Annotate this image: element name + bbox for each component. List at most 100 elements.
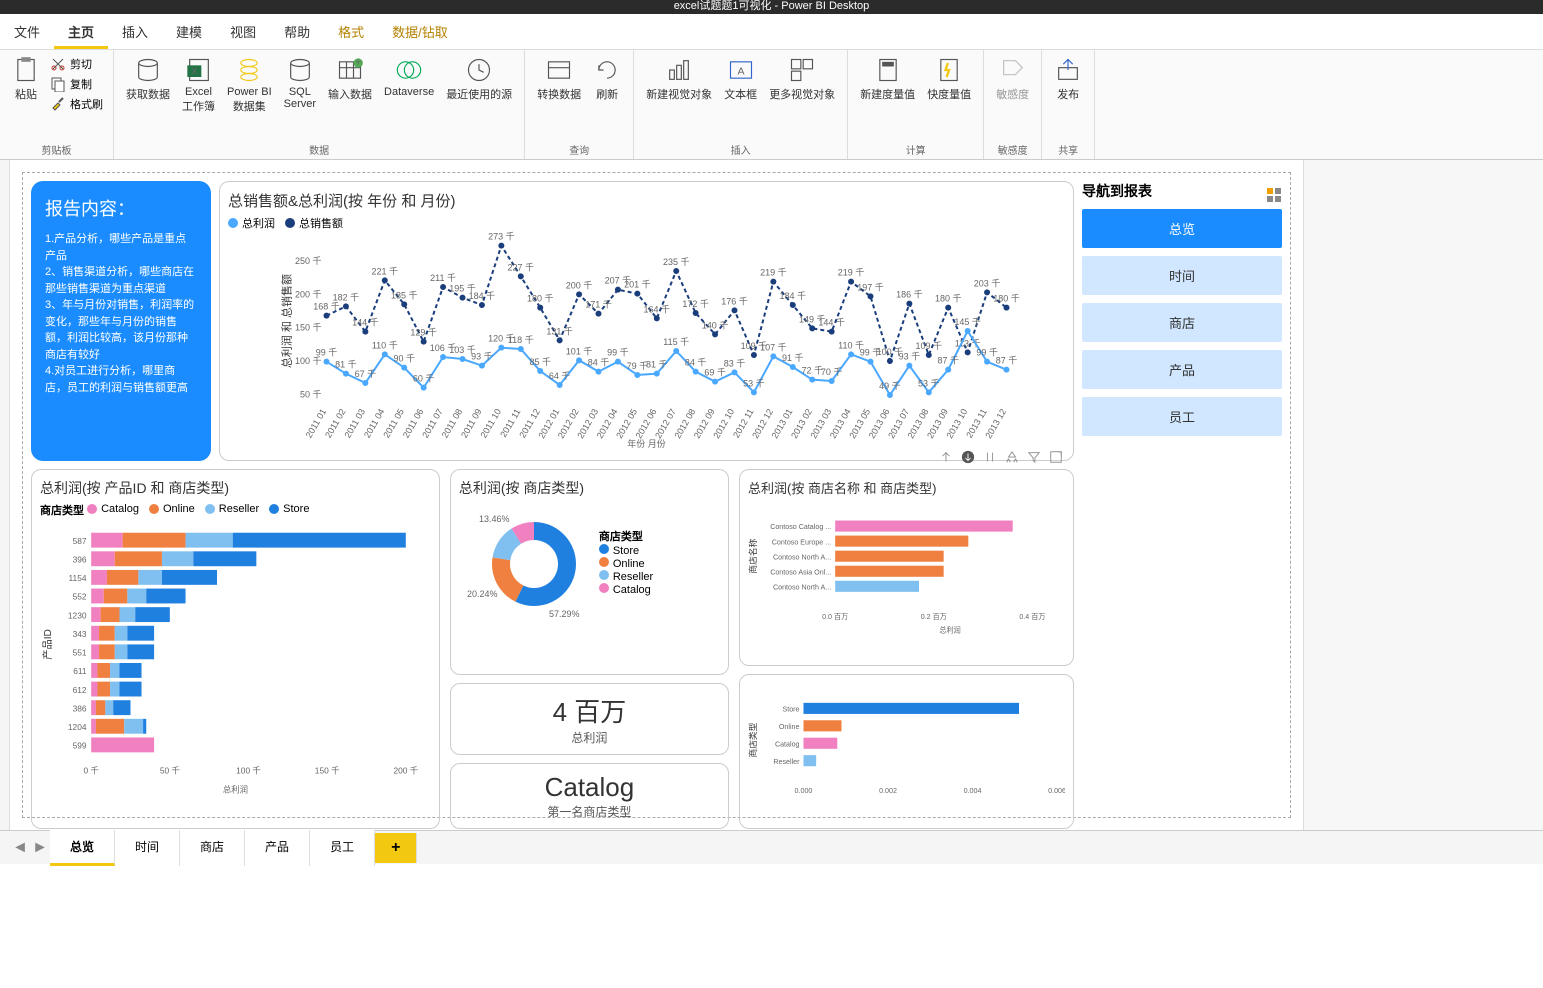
right-panes-collapsed[interactable] (1303, 160, 1543, 830)
line-chart-visual[interactable]: 总销售额&总利润(按 年份 和 月份) 总利润总销售额 50 千100 千150… (219, 181, 1074, 461)
svg-text:0.004: 0.004 (964, 787, 982, 795)
sql-server-button[interactable]: SQL Server (278, 54, 322, 112)
cut-button[interactable]: 剪切 (46, 54, 107, 74)
add-page-button[interactable]: + (375, 833, 417, 863)
dataverse-button[interactable]: Dataverse (378, 54, 440, 100)
svg-text:Contoso Catalog ...: Contoso Catalog ... (770, 523, 831, 531)
enter-data-button[interactable]: +输入数据 (322, 54, 378, 104)
svg-text:203 千: 203 千 (974, 278, 1001, 288)
menu-tab-7[interactable]: 数据/钻取 (378, 14, 462, 49)
svg-text:144 千: 144 千 (352, 318, 379, 328)
menu-tab-0[interactable]: 文件 (0, 14, 54, 49)
hierarchy-icon[interactable] (1005, 450, 1019, 464)
svg-text:0.000: 0.000 (795, 787, 813, 795)
svg-text:219 千: 219 千 (760, 268, 787, 278)
page-tab-3[interactable]: 产品 (245, 830, 310, 866)
page-prev-button[interactable]: ◄ (10, 839, 30, 857)
svg-text:0.2 百万: 0.2 百万 (921, 613, 947, 621)
svg-text:118 千: 118 千 (508, 335, 534, 345)
drill-down-icon[interactable] (961, 450, 975, 464)
new-visual-button[interactable]: 新建视觉对象 (640, 54, 718, 104)
svg-text:87 千: 87 千 (937, 356, 959, 366)
menu-tab-6[interactable]: 格式 (324, 14, 378, 49)
svg-text:552: 552 (73, 592, 87, 602)
sensitivity-button[interactable]: 敏感度 (990, 54, 1035, 104)
donut-chart-visual[interactable]: 总利润(按 商店类型) 13.46%20.24%57.29% 商店类型 Stor… (450, 469, 729, 675)
svg-text:Store: Store (782, 705, 799, 713)
line-chart-legend: 总利润总销售额 (228, 215, 1065, 231)
menu-tab-3[interactable]: 建模 (162, 14, 216, 49)
nav-button-2[interactable]: 商店 (1082, 303, 1282, 342)
info-card[interactable]: 报告内容： 1.产品分析，哪些产品是重点产品 2、销售渠道分析，哪些商店在那些销… (31, 181, 211, 461)
menu-tab-4[interactable]: 视图 (216, 14, 270, 49)
store-type-bar-visual[interactable]: StoreOnlineCatalogReseller商店类型0.0000.002… (739, 674, 1074, 829)
ribbon: 粘贴 剪切 复制 格式刷 剪贴板 获取数据 XExcel 工作簿 Power B… (0, 50, 1543, 160)
drill-up-icon[interactable] (939, 450, 953, 464)
calculator-icon (874, 56, 902, 84)
svg-text:商店名称: 商店名称 (748, 538, 758, 573)
clipboard-group-label: 剪贴板 (6, 142, 107, 157)
svg-text:227 千: 227 千 (508, 262, 535, 272)
publish-icon (1054, 56, 1082, 84)
refresh-button[interactable]: 刷新 (587, 54, 627, 104)
recent-sources-button[interactable]: 最近使用的源 (440, 54, 518, 104)
svg-text:60 千: 60 千 (413, 374, 435, 384)
svg-text:83 千: 83 千 (724, 358, 746, 368)
insert-group-label: 插入 (640, 142, 841, 157)
bar-chart-visual[interactable]: 总利润(按 产品ID 和 商店类型) 商店类型 CatalogOnlineRes… (31, 469, 440, 829)
excel-button[interactable]: XExcel 工作簿 (176, 54, 221, 116)
nav-button-1[interactable]: 时间 (1082, 256, 1282, 295)
svg-text:Contoso North A...: Contoso North A... (773, 583, 831, 591)
quick-measure-button[interactable]: 快度量值 (921, 54, 977, 104)
get-data-button[interactable]: 获取数据 (120, 54, 176, 104)
nav-title: 导航到报表 (1082, 181, 1152, 201)
line-chart-title: 总销售额&总利润(按 年份 和 月份) (228, 190, 1065, 211)
brush-icon (50, 96, 66, 112)
powerbi-icon (235, 56, 263, 84)
svg-text:131 千: 131 千 (546, 326, 573, 336)
report-canvas[interactable]: 报告内容： 1.产品分析，哪些产品是重点产品 2、销售渠道分析，哪些商店在那些销… (10, 160, 1303, 830)
menu-tab-2[interactable]: 插入 (108, 14, 162, 49)
bar-legend-title: 商店类型 (40, 505, 84, 517)
publish-button[interactable]: 发布 (1048, 54, 1088, 104)
svg-text:184 千: 184 千 (469, 291, 496, 301)
menu-tab-5[interactable]: 帮助 (270, 14, 324, 49)
transform-data-button[interactable]: 转换数据 (531, 54, 587, 104)
filter-icon[interactable] (1027, 450, 1041, 464)
nav-button-4[interactable]: 员工 (1082, 397, 1282, 436)
refresh-label: 刷新 (596, 86, 618, 102)
paste-button[interactable]: 粘贴 (6, 54, 46, 104)
svg-text:Contoso Asia Onl...: Contoso Asia Onl... (770, 568, 831, 576)
svg-text:1154: 1154 (69, 573, 87, 583)
svg-text:A: A (737, 66, 744, 78)
expand-icon[interactable] (983, 450, 997, 464)
page-tab-4[interactable]: 员工 (310, 830, 375, 866)
store-name-bar-visual[interactable]: 总利润(按 商店名称 和 商店类型) Contoso Catalog ...Co… (739, 469, 1074, 666)
kpi-top-store[interactable]: Catalog 第一名商店类型 (450, 763, 729, 829)
svg-text:64 千: 64 千 (549, 371, 571, 381)
sensitivity-group-label: 敏感度 (990, 142, 1035, 157)
left-rail[interactable] (0, 160, 10, 830)
svg-text:110 千: 110 千 (372, 340, 398, 350)
nav-button-0[interactable]: 总览 (1082, 209, 1282, 248)
kpi-profit[interactable]: 4 百万 总利润 (450, 683, 729, 755)
menu-tab-1[interactable]: 主页 (54, 14, 108, 49)
format-painter-button[interactable]: 格式刷 (46, 94, 107, 114)
textbox-button[interactable]: A文本框 (718, 54, 763, 104)
svg-text:99 千: 99 千 (860, 348, 882, 358)
svg-text:99 千: 99 千 (607, 348, 629, 358)
textbox-icon: A (727, 56, 755, 84)
svg-text:79 千: 79 千 (627, 361, 649, 371)
copy-button[interactable]: 复制 (46, 74, 107, 94)
new-measure-button[interactable]: 新建度量值 (854, 54, 921, 104)
page-tab-0[interactable]: 总览 (50, 830, 115, 866)
svg-text:0.002: 0.002 (879, 787, 897, 795)
powerbi-dataset-button[interactable]: Power BI 数据集 (221, 54, 278, 116)
page-tab-2[interactable]: 商店 (180, 830, 245, 866)
focus-icon[interactable] (1049, 450, 1063, 464)
svg-text:81 千: 81 千 (646, 360, 668, 370)
more-visuals-button[interactable]: 更多视觉对象 (763, 54, 841, 104)
nav-button-3[interactable]: 产品 (1082, 350, 1282, 389)
page-tab-1[interactable]: 时间 (115, 830, 180, 866)
page-next-button[interactable]: ► (30, 839, 50, 857)
